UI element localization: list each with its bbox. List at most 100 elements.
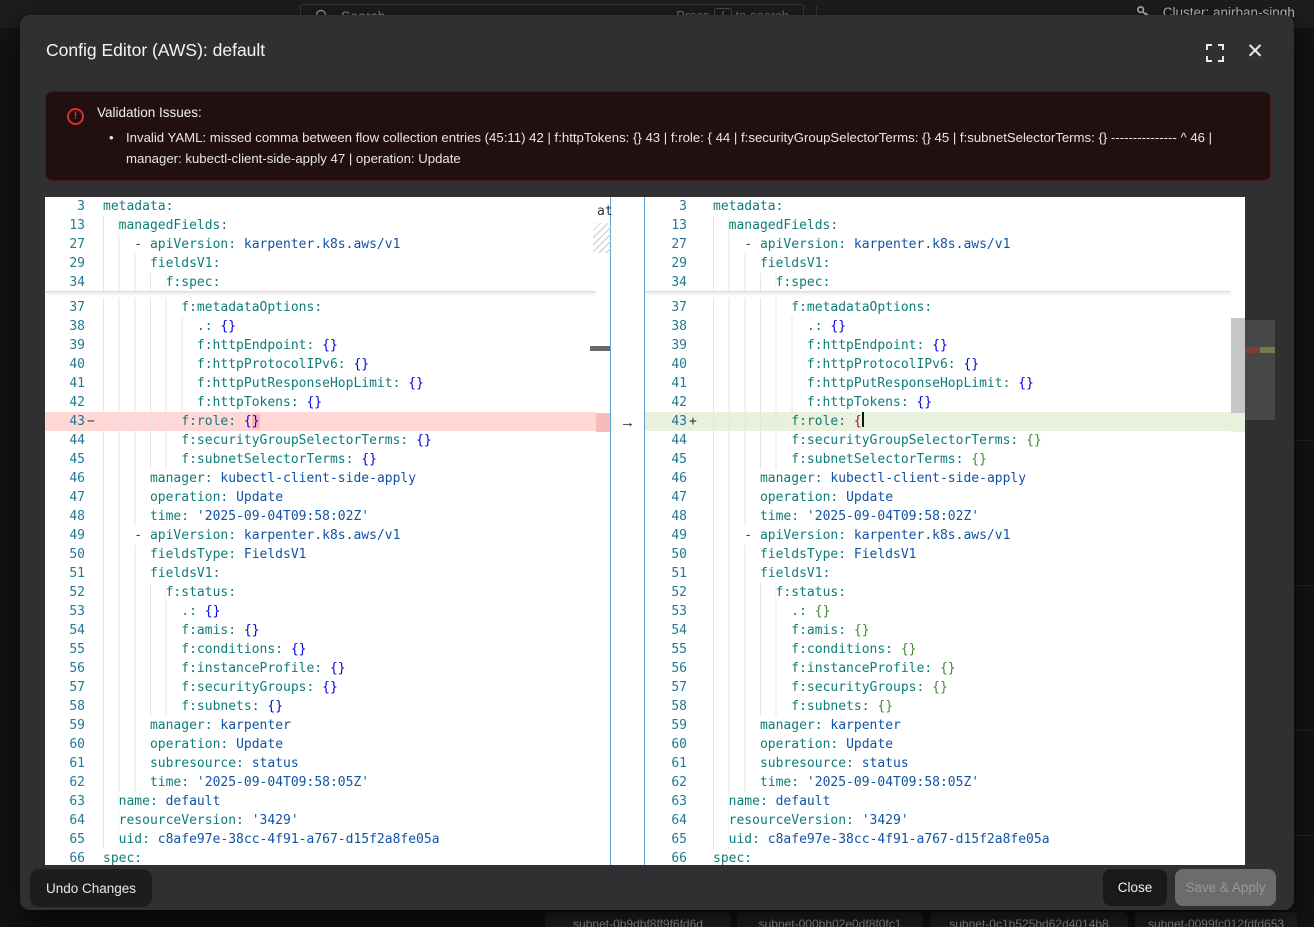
code-line-56: 56f:instanceProfile: {} xyxy=(45,659,596,678)
diff-original-pane[interactable]: 3metadata:13managedFields:27- apiVersion… xyxy=(45,197,596,865)
code-line-63: 63name: default xyxy=(645,792,1231,811)
code-line-50: 50fieldsType: FieldsV1 xyxy=(45,545,596,564)
code-line-44: 44f:securityGroupSelectorTerms: {} xyxy=(645,431,1231,450)
sticky-scroll-right: 3metadata:13managedFields:27- apiVersion… xyxy=(645,197,1231,292)
code-line-54: 54f:amis: {} xyxy=(645,621,1231,640)
code-line-29: 29fieldsV1: xyxy=(645,254,1231,273)
code-line-65: 65uid: c8afe97e-38cc-4f91-a767-d15f2a8fe… xyxy=(645,830,1231,849)
subnet-chip: subnet-0c1b525bd62d4014b8 xyxy=(930,912,1128,927)
code-line-57: 57f:securityGroups: {} xyxy=(45,678,596,697)
code-line-49: 49- apiVersion: karpenter.k8s.aws/v1 xyxy=(645,526,1231,545)
code-line-65: 65uid: c8afe97e-38cc-4f91-a767-d15f2a8fe… xyxy=(45,830,596,849)
code-line-37: 37f:metadataOptions: xyxy=(645,298,1231,317)
left-overview-ruler xyxy=(596,197,610,865)
scrollbar-slider[interactable] xyxy=(1231,318,1245,413)
code-line-53: 53.: {} xyxy=(645,602,1231,621)
overview-added-mark xyxy=(1260,347,1275,353)
code-line-47: 47operation: Update xyxy=(645,488,1231,507)
background-panel-edge xyxy=(1294,28,1314,910)
code-line-58: 58f:subnets: {} xyxy=(45,697,596,716)
code-line-64: 64resourceVersion: '3429' xyxy=(45,811,596,830)
text-cursor xyxy=(862,412,864,427)
code-line-55: 55f:conditions: {} xyxy=(45,640,596,659)
yaml-diff-editor[interactable]: 3metadata:13managedFields:27- apiVersion… xyxy=(45,197,1275,865)
alert-title: Validation Issues: xyxy=(97,105,202,120)
code-line-47: 47operation: Update xyxy=(45,488,596,507)
code-line-55: 55f:conditions: {} xyxy=(645,640,1231,659)
code-line-51: 51fieldsV1: xyxy=(45,564,596,583)
code-line-40: 40f:httpProtocolIPv6: {} xyxy=(645,355,1231,374)
sash-drag-handle[interactable] xyxy=(593,223,611,253)
code-line-63: 63name: default xyxy=(45,792,596,811)
code-line-59: 59manager: karpenter xyxy=(645,716,1231,735)
code-line-34: 34f:spec: xyxy=(45,273,596,292)
code-line-56: 56f:instanceProfile: {} xyxy=(645,659,1231,678)
close-icon[interactable]: ✕ xyxy=(1242,39,1268,65)
undo-changes-button[interactable]: Undo Changes xyxy=(30,869,152,907)
save-apply-button: Save & Apply xyxy=(1175,869,1276,906)
code-line-66: 66spec: xyxy=(645,849,1231,865)
code-line-62: 62time: '2025-09-04T09:58:05Z' xyxy=(45,773,596,792)
clipped-text-fragment: at xyxy=(597,204,613,219)
code-line-43: 43+f:role: { xyxy=(645,412,1231,431)
code-line-50: 50fieldsType: FieldsV1 xyxy=(645,545,1231,564)
danger-icon: ! xyxy=(67,108,84,125)
code-line-62: 62time: '2025-09-04T09:58:05Z' xyxy=(645,773,1231,792)
code-line-53: 53.: {} xyxy=(45,602,596,621)
subnet-chip: subnet-000bh02e0df8f0fc1 xyxy=(737,912,923,927)
bullet: • xyxy=(109,127,126,169)
diff-modified-pane[interactable]: 3metadata:13managedFields:27- apiVersion… xyxy=(645,197,1231,865)
code-line-38: 38.: {} xyxy=(645,317,1231,336)
code-line-52: 52f:status: xyxy=(45,583,596,602)
code-line-61: 61subresource: status xyxy=(45,754,596,773)
modal-title: Config Editor (AWS): default xyxy=(46,40,265,61)
sticky-scroll-left: 3metadata:13managedFields:27- apiVersion… xyxy=(45,197,596,292)
overview-viewport-slider[interactable] xyxy=(1245,320,1275,420)
code-line-61: 61subresource: status xyxy=(645,754,1231,773)
code-line-29: 29fieldsV1: xyxy=(45,254,596,273)
code-line-45: 45f:subnetSelectorTerms: {} xyxy=(45,450,596,469)
code-line-57: 57f:securityGroups: {} xyxy=(645,678,1231,697)
code-body-left[interactable]: 37f:metadataOptions:38.: {}39f:httpEndpo… xyxy=(45,292,596,865)
code-line-3: 3metadata: xyxy=(45,197,596,216)
code-line-54: 54f:amis: {} xyxy=(45,621,596,640)
code-line-41: 41f:httpPutResponseHopLimit: {} xyxy=(645,374,1231,393)
code-line-52: 52f:status: xyxy=(645,583,1231,602)
code-line-42: 42f:httpTokens: {} xyxy=(645,393,1231,412)
code-line-51: 51fieldsV1: xyxy=(645,564,1231,583)
code-line-34: 34f:spec: xyxy=(645,273,1231,292)
overview-deleted-mark xyxy=(1245,347,1260,353)
diff-sash[interactable]: → xyxy=(610,197,645,865)
code-line-64: 64resourceVersion: '3429' xyxy=(645,811,1231,830)
right-scrollbar[interactable] xyxy=(1231,197,1245,865)
code-line-13: 13managedFields: xyxy=(45,216,596,235)
config-editor-modal: Config Editor (AWS): default ✕ ! Validat… xyxy=(20,15,1294,910)
code-line-49: 49- apiVersion: karpenter.k8s.aws/v1 xyxy=(45,526,596,545)
code-line-66: 66spec: xyxy=(45,849,596,865)
diff-overview-ruler[interactable] xyxy=(1245,197,1275,865)
code-line-37: 37f:metadataOptions: xyxy=(45,298,596,317)
code-line-27: 27- apiVersion: karpenter.k8s.aws/v1 xyxy=(645,235,1231,254)
code-line-39: 39f:httpEndpoint: {} xyxy=(645,336,1231,355)
fullscreen-icon xyxy=(1206,44,1224,62)
code-line-41: 41f:httpPutResponseHopLimit: {} xyxy=(45,374,596,393)
ruler-deleted-mark xyxy=(596,413,610,432)
code-line-38: 38.: {} xyxy=(45,317,596,336)
code-line-44: 44f:securityGroupSelectorTerms: {} xyxy=(45,431,596,450)
ruler-change-mark xyxy=(590,346,610,351)
code-body-right[interactable]: 37f:metadataOptions:38.: {}39f:httpEndpo… xyxy=(645,292,1231,865)
background-subnet-row: subnet-0b9dbf8ff9f6fd6dsubnet-000bh02e0d… xyxy=(0,910,1314,927)
code-line-39: 39f:httpEndpoint: {} xyxy=(45,336,596,355)
code-line-46: 46manager: kubectl-client-side-apply xyxy=(645,469,1231,488)
revert-change-arrow[interactable]: → xyxy=(611,413,644,432)
code-line-42: 42f:httpTokens: {} xyxy=(45,393,596,412)
code-line-48: 48time: '2025-09-04T09:58:02Z' xyxy=(645,507,1231,526)
fullscreen-button[interactable] xyxy=(1202,41,1228,67)
code-line-48: 48time: '2025-09-04T09:58:02Z' xyxy=(45,507,596,526)
code-line-43: 43−f:role: {} xyxy=(45,412,596,431)
close-button[interactable]: Close xyxy=(1103,869,1167,906)
code-line-27: 27- apiVersion: karpenter.k8s.aws/v1 xyxy=(45,235,596,254)
scrollbar-added-band xyxy=(1231,413,1245,432)
alert-message: • Invalid YAML: missed comma between flo… xyxy=(109,127,1254,169)
code-line-60: 60operation: Update xyxy=(45,735,596,754)
